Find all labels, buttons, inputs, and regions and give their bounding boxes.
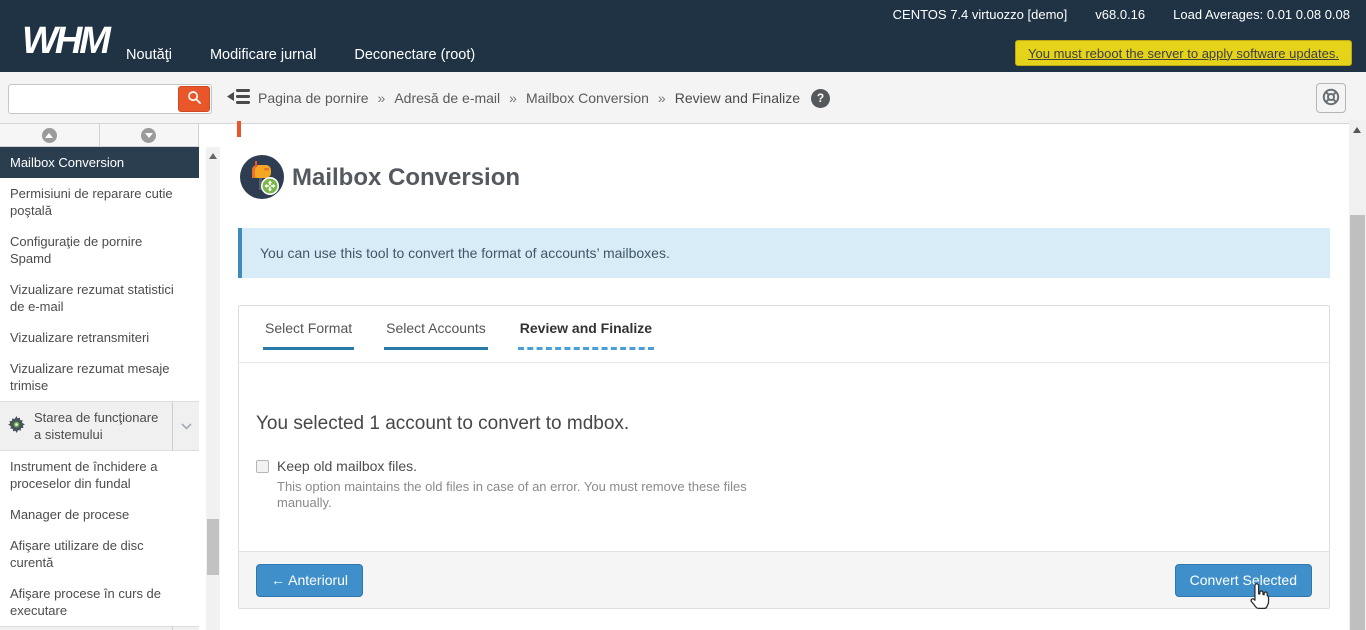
scroll-up-icon <box>42 128 57 143</box>
sidebar-item-mail-statistics[interactable]: Vizualizare rezumat statistici de e-mail <box>0 274 199 322</box>
info-message: You can use this tool to convert the for… <box>260 245 670 261</box>
masthead-nav: Noutăţi Modificare jurnal Deconectare (r… <box>126 47 475 63</box>
sidebar-item-disk-usage[interactable]: Afişare utilizare de disc curentă <box>0 530 199 578</box>
sidebar-item-running-processes[interactable]: Afişare procese în curs de executare <box>0 578 199 626</box>
sidebar-menu: Mailbox Conversion Permisiuni de reparar… <box>0 147 199 630</box>
lifesaver-icon <box>1321 87 1341 110</box>
keep-old-files-checkbox[interactable] <box>256 460 269 473</box>
loading-indicator <box>237 121 241 137</box>
sidebar-scrollbar[interactable] <box>206 147 220 630</box>
mailbox-conversion-icon <box>240 155 284 199</box>
wizard-card: Select Format Select Accounts Review and… <box>238 305 1330 609</box>
nav-changelog-link[interactable]: Modificare jurnal <box>210 47 316 63</box>
whm-app: CENTOS 7.4 virtuozzo [demo] v68.0.16 Loa… <box>0 0 1366 630</box>
nav-news-link[interactable]: Noutăţi <box>126 47 172 63</box>
convert-selected-button[interactable]: Convert Selected <box>1175 564 1312 597</box>
collapse-sidebar-button[interactable] <box>224 83 254 113</box>
chevron-down-icon[interactable] <box>172 402 199 450</box>
scroll-down-icon <box>141 128 156 143</box>
sidebar-item-sent-summary[interactable]: Vizualizare rezumat mesaje trimise <box>0 353 199 401</box>
search-icon <box>187 90 202 108</box>
sidebar-item-mailbox-conversion[interactable]: Mailbox Conversion <box>0 147 199 178</box>
scrollbar-up-arrow[interactable] <box>209 153 217 159</box>
scrollbar-thumb[interactable] <box>1350 215 1365 630</box>
tab-review-finalize[interactable]: Review and Finalize <box>518 320 654 350</box>
breadcrumb: Pagina de pornire » Adresă de e-mail » M… <box>258 83 830 113</box>
nav-logout-link[interactable]: Deconectare (root) <box>354 47 475 63</box>
breadcrumb-separator: » <box>658 90 666 106</box>
sidebar-item-spamd-config[interactable]: Configuraţie de pornire Spamd <box>0 226 199 274</box>
breadcrumb-separator: » <box>378 90 386 106</box>
sidebar-section-cpanel[interactable]: cP cPanel <box>0 626 199 630</box>
masthead: CENTOS 7.4 virtuozzo [demo] v68.0.16 Loa… <box>0 0 1366 72</box>
conversion-summary: You selected 1 account to convert to mdb… <box>256 413 1312 435</box>
scrollbar-thumb[interactable] <box>207 519 219 575</box>
breadcrumb-home[interactable]: Pagina de pornire <box>258 90 369 106</box>
scrollbar-up-arrow[interactable] <box>1353 127 1361 133</box>
system-info: CENTOS 7.4 virtuozzo [demo] <box>893 7 1068 22</box>
support-button[interactable] <box>1316 83 1346 113</box>
wizard-body: You selected 1 account to convert to mdb… <box>239 363 1329 511</box>
page-title: Mailbox Conversion <box>292 164 520 192</box>
sidebar-section-label: Starea de funcţionare a sistemului <box>34 409 168 443</box>
breadcrumb-mailbox-conversion[interactable]: Mailbox Conversion <box>526 90 649 106</box>
tab-select-accounts[interactable]: Select Accounts <box>384 320 488 350</box>
sidebar-scroll-buttons <box>0 124 199 147</box>
wizard-footer: ← Anteriorul Convert Selected <box>239 551 1329 608</box>
info-callout: You can use this tool to convert the for… <box>238 228 1330 278</box>
load-averages: Load Averages: 0.01 0.08 0.08 <box>1173 7 1350 22</box>
toolbar: Pagina de pornire » Adresă de e-mail » M… <box>0 72 1366 124</box>
sidebar-search <box>8 84 212 114</box>
sidebar-item-process-manager[interactable]: Manager de procese <box>0 499 199 530</box>
keep-old-files-row: Keep old mailbox files. <box>256 458 1312 474</box>
sidebar-section-system-health[interactable]: Starea de funcţionare a sistemului <box>0 401 199 451</box>
sidebar-scroll-down-button[interactable] <box>100 124 200 146</box>
gear-icon <box>8 416 25 437</box>
previous-button[interactable]: ← Anteriorul <box>256 564 363 597</box>
breadcrumb-separator: » <box>509 90 517 106</box>
sidebar-item-mailbox-repair[interactable]: Permisiuni de reparare cutie poştală <box>0 178 199 226</box>
collapse-menu-icon <box>227 88 251 108</box>
tab-select-format[interactable]: Select Format <box>263 320 354 350</box>
search-button[interactable] <box>178 86 210 112</box>
sidebar-item-background-process-killer[interactable]: Instrument de închidere a proceselor din… <box>0 451 199 499</box>
whm-version: v68.0.16 <box>1095 7 1145 22</box>
help-icon[interactable]: ? <box>811 89 830 108</box>
keep-old-files-label[interactable]: Keep old mailbox files. <box>277 458 417 474</box>
breadcrumb-email[interactable]: Adresă de e-mail <box>394 90 500 106</box>
reboot-notice-button[interactable]: You must reboot the server to apply soft… <box>1015 40 1352 66</box>
keep-old-files-help: This option maintains the old files in c… <box>277 479 757 511</box>
breadcrumb-current: Review and Finalize <box>675 90 800 106</box>
whm-logo[interactable]: WHM <box>22 22 108 60</box>
sidebar-item-view-relayers[interactable]: Vizualizare retransmiteri <box>0 322 199 353</box>
main-scrollbar[interactable] <box>1349 120 1366 630</box>
wizard-tabs: Select Format Select Accounts Review and… <box>239 306 1329 363</box>
sidebar-scroll-up-button[interactable] <box>0 124 100 146</box>
host-info-row: CENTOS 7.4 virtuozzo [demo] v68.0.16 Loa… <box>893 7 1350 22</box>
